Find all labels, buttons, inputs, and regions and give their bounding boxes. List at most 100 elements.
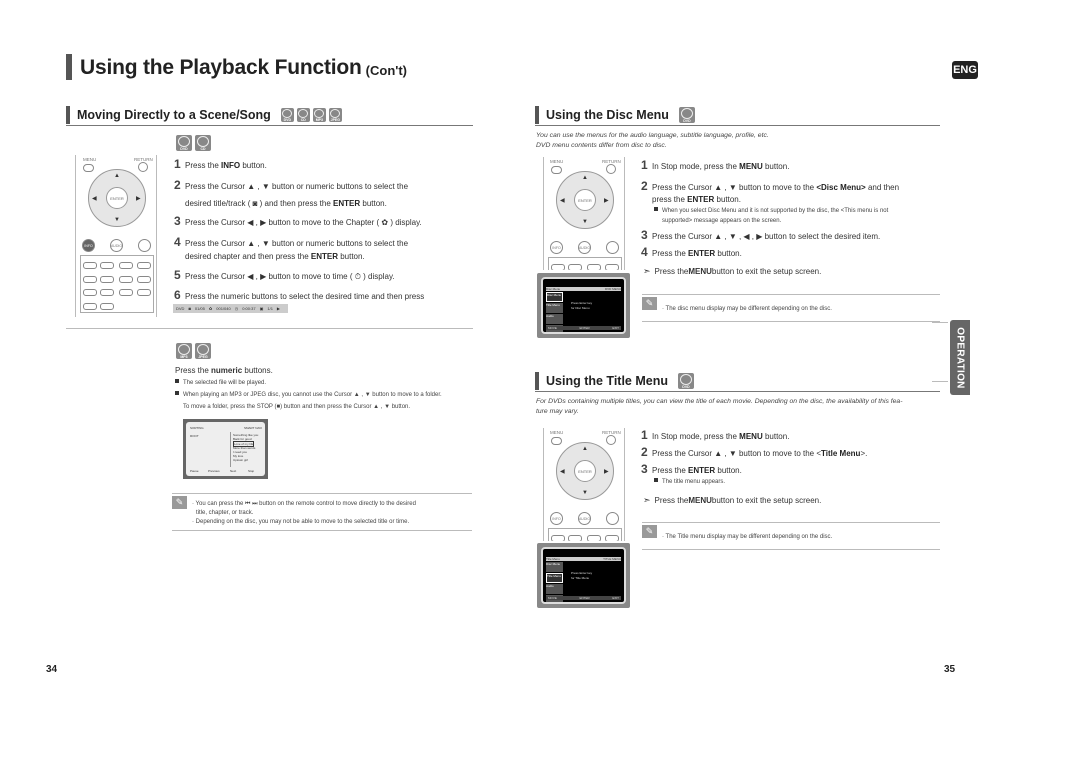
tip-arrow-icon: ➣ — [643, 495, 651, 505]
screen-header: Disc Menu DVD MENU — [546, 287, 621, 291]
intro-line: You can use the menus for the audio lang… — [536, 132, 769, 139]
subtitle-button-icon — [138, 239, 151, 252]
step-text: button. — [714, 195, 741, 204]
step-text: button. — [762, 432, 790, 441]
note-text: title, chapter, or track. — [196, 510, 254, 516]
right-arrow-icon: ▶ — [136, 196, 141, 202]
bullet-icon — [175, 391, 179, 395]
mp3-lead: Press the numeric buttons. — [175, 366, 273, 375]
dvd-disc-icon: DVD — [176, 135, 192, 151]
step-bold: Title Menu — [821, 449, 861, 458]
play-icon: ▶ — [276, 306, 280, 311]
tip-text: button to exit the setup screen. — [711, 496, 822, 505]
cd-disc-icon: CD — [195, 135, 211, 151]
grid-button — [605, 264, 619, 270]
section-bar — [535, 106, 539, 124]
onscreen-info-bar: DVD ◙ 01/05 ✿ 001/040 ◷ 0:00:37 ▣ 1/1 ▶ — [173, 304, 288, 313]
step-text: >. — [860, 449, 868, 458]
bullet-text: To move a folder, press the STOP (■) but… — [183, 404, 411, 410]
left-arrow-icon: ◀ — [560, 469, 565, 475]
step-text: button. — [762, 162, 790, 171]
note-text: · You can press the ⏮ ⏭ button on the re… — [192, 501, 416, 507]
step-1: 1 In Stop mode, press the MENU button. — [641, 159, 941, 173]
center-line: for Disc Menu — [571, 306, 590, 310]
disc-menu-steps: 1 In Stop mode, press the MENU button. 2P… — [641, 159, 941, 260]
mp3-footer: Pause — [190, 469, 199, 473]
step-bold: ENTER — [310, 252, 338, 261]
mp3-footer: Next — [230, 469, 237, 473]
step-text: button. — [715, 249, 742, 258]
disc-label: MP3 — [315, 118, 323, 122]
step-number: 1 — [641, 158, 648, 172]
pencil-note-icon: ✎ — [172, 496, 187, 509]
remote-button-grid — [548, 528, 622, 541]
grid-button — [568, 264, 582, 270]
step-text: button. — [360, 199, 387, 208]
section-title-text: Using the Disc Menu — [546, 108, 669, 122]
step-bold: INFO — [221, 161, 241, 170]
step-text: In Stop mode, press the — [652, 432, 740, 441]
title-bar — [66, 54, 72, 80]
clock-icon: ◷ — [234, 306, 239, 311]
tip-text: Press the — [654, 267, 689, 276]
subtitle-button-icon — [606, 241, 619, 254]
osd-disc: DVD — [176, 306, 185, 311]
screen-menu-item: Audio — [546, 314, 563, 324]
right-arrow-icon: ▶ — [604, 469, 609, 475]
bullet-icon — [654, 478, 658, 482]
up-arrow-icon: ▲ — [582, 175, 588, 181]
operation-tab: OPERATION — [950, 320, 970, 395]
disc-label: DVD — [180, 147, 188, 151]
center-line: for Title Menu — [571, 576, 590, 580]
intro-line: ture may vary. — [536, 408, 579, 415]
enter-button-icon: ENTER — [106, 187, 128, 209]
step-4: 4 Press the Cursor ▲ , ▼ button or numeri… — [174, 236, 474, 250]
grid-button — [551, 264, 565, 270]
screen-center-text: Press Enter key for Disc Menu — [571, 301, 592, 311]
enter-button-icon: ENTER — [574, 189, 596, 211]
return-button-icon — [606, 164, 616, 174]
step-2: 2 Press the Cursor ▲ , ▼ button to move t… — [641, 446, 941, 460]
step-6: 6 Press the numeric buttons to select the… — [174, 289, 474, 303]
info-button-icon: INFO — [550, 512, 563, 525]
bullet-icon — [175, 379, 179, 383]
page-title: Using the Playback Function (Con't) — [66, 54, 407, 80]
footer-item: MOVE — [548, 326, 557, 330]
tip-text: button to exit the setup screen. — [711, 267, 822, 276]
info-button-icon: INFO — [82, 239, 95, 252]
step-text: desired title/track ( ◙ ) and then press… — [185, 199, 334, 208]
subnote-text: The title menu appears. — [662, 479, 726, 485]
note-text: · Depending on the disc, you may not be … — [192, 519, 410, 525]
grid-button — [100, 289, 114, 296]
section-bar — [66, 106, 70, 124]
mp3-divider — [230, 432, 231, 467]
mp3-disc-icon: MP3 — [176, 343, 192, 359]
intro-line: For DVDs containing multiple titles, you… — [536, 398, 903, 405]
screen-header-left: Title Menu — [546, 557, 560, 561]
step-text: Press the Cursor ▲ , ▼ button or numeric… — [185, 182, 409, 191]
step-3: 3 Press the ENTER button. — [641, 463, 941, 477]
scene-steps: 1 Press the INFO button. 2 Press the Curso… — [174, 158, 474, 316]
grid-button — [100, 303, 114, 310]
mp3-bullet-1: The selected file will be played. — [175, 378, 266, 388]
disc-label: DVD — [683, 119, 691, 123]
screen-menu-item: Audio — [546, 584, 563, 594]
tip-arrow-icon: ➣ — [643, 266, 651, 276]
disc-menu-tip: ➣ Press the MENU button to exit the setup… — [643, 266, 821, 277]
page-title-text: Using the Playback Function — [80, 56, 362, 79]
section-title-title-menu: Using the Title Menu DVD — [535, 372, 697, 390]
step-number: 2 — [641, 179, 648, 193]
section-title-scene: Moving Directly to a Scene/Song DVD CD M… — [66, 106, 345, 124]
step-2: 2 Press the Cursor ▲ , ▼ button or numeri… — [174, 179, 474, 193]
enter-label: ENTER — [578, 197, 592, 203]
grid-button — [551, 535, 565, 541]
footer-item: MOVE — [548, 596, 557, 600]
note-box-scene: ✎ · You can press the ⏮ ⏭ button on the … — [172, 493, 472, 531]
title-menu-screen-illustration: Title Menu TITLE MENU Disc Menu Title Men… — [537, 543, 630, 608]
screen-menu-item: Title Menu — [546, 573, 563, 583]
menu-button-icon — [551, 437, 562, 445]
step-text: desired chapter and then press the — [185, 252, 311, 261]
divider — [66, 328, 473, 329]
menu-label: MENU — [550, 430, 564, 435]
section-title-disc-menu: Using the Disc Menu DVD — [535, 106, 698, 124]
